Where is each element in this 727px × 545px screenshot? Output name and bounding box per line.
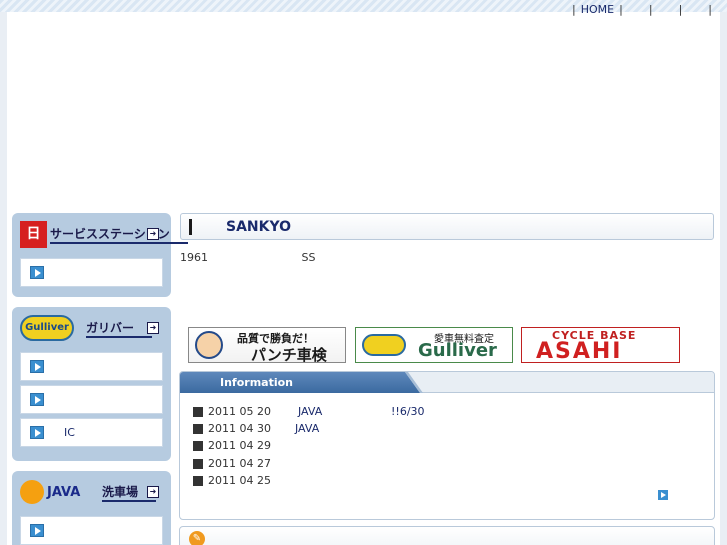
bullet-square-icon	[193, 458, 203, 469]
info-title[interactable]: JAVA	[295, 422, 319, 435]
nav-link-3[interactable]	[658, 3, 674, 16]
gulliver-logo-mark: Gulliver	[20, 315, 74, 341]
sidebar-item[interactable]	[20, 258, 163, 287]
sidebar-service-station-header[interactable]: 日 サービスステーション ➜	[20, 216, 188, 254]
bullet-square-icon	[193, 440, 203, 451]
info-row[interactable]: 2011 04 25	[193, 472, 298, 489]
play-icon	[30, 524, 44, 537]
sun-icon	[20, 480, 44, 504]
sidebar-item[interactable]	[20, 352, 163, 381]
nav-separator: |	[619, 3, 623, 16]
intro-year: 1961	[180, 251, 208, 264]
mascot-face-icon	[195, 331, 223, 359]
gulliver-logo: Gulliver	[20, 314, 74, 342]
information-tab	[180, 372, 420, 393]
info-date: 2011 04 30	[208, 422, 271, 435]
nav-link-2[interactable]	[628, 3, 644, 16]
bullet-square-icon	[193, 406, 203, 417]
title-marker	[189, 219, 192, 235]
intro-text: 1961 SS	[180, 251, 700, 264]
info-date: 2011 04 29	[208, 439, 271, 452]
java-logo: JAVA	[20, 478, 80, 506]
bullet-square-icon	[193, 475, 203, 486]
info-title[interactable]: JAVA	[298, 405, 391, 418]
sidebar-item[interactable]	[20, 516, 163, 545]
info-extra[interactable]: !!6/30	[391, 405, 425, 418]
play-icon	[30, 393, 44, 406]
top-navigation: | HOME | | | |	[567, 3, 717, 16]
information-header: Information	[180, 372, 714, 393]
more-arrow-icon[interactable]	[658, 490, 668, 500]
info-date: 2011 04 25	[208, 474, 271, 487]
sidebar-item-label: IC	[64, 426, 75, 439]
left-border	[0, 12, 7, 545]
info-row[interactable]: 2011 05 20 JAVA !!6/30	[193, 403, 425, 420]
java-logo-text: JAVA	[47, 484, 81, 500]
information-heading: Information	[220, 376, 293, 389]
next-section-header: ✎	[179, 526, 715, 545]
play-icon	[30, 426, 44, 439]
arrow-right-icon: ➜	[147, 322, 159, 334]
nav-separator: |	[678, 3, 683, 16]
arrow-right-icon: ➜	[147, 486, 159, 498]
banner-line2: パンチ車検	[251, 346, 327, 363]
play-icon	[30, 266, 44, 279]
page-title: SANKYO	[226, 219, 292, 235]
nav-separator: |	[708, 3, 712, 16]
sidebar-gulliver: Gulliver ガリバー ➜ IC	[12, 307, 171, 461]
info-row[interactable]: 2011 04 27	[193, 455, 298, 472]
sidebar-gulliver-header[interactable]: Gulliver ガリバー ➜	[20, 310, 163, 348]
banner-line2: ASAHI	[536, 339, 623, 363]
bullet-square-icon	[193, 423, 203, 434]
right-border	[720, 12, 727, 545]
gulliver-badge-icon	[362, 334, 406, 356]
sidebar-java-carwash-header[interactable]: JAVA 洗車場 ➜	[20, 474, 163, 512]
banner-punch-shaken[interactable]: 品質で勝負だ！ パンチ車検	[188, 327, 346, 363]
section-icon: ✎	[189, 531, 205, 545]
nav-separator: |	[572, 3, 576, 16]
banner-gulliver[interactable]: 愛車無料査定 Gulliver	[355, 327, 513, 363]
sidebar-service-station-title: サービスステーション	[50, 225, 188, 244]
info-date: 2011 04 27	[208, 457, 271, 470]
info-row[interactable]: 2011 04 29	[193, 437, 298, 454]
sidebar-java-carwash: JAVA 洗車場 ➜	[12, 471, 171, 545]
page: | HOME | | | | 日 サービスステーション ➜ Gulliver ガ…	[0, 0, 727, 545]
information-panel: Information 2011 05 20 JAVA !!6/30 2011 …	[179, 371, 715, 520]
banner-line2: Gulliver	[418, 340, 497, 361]
service-station-logo-mark: 日	[20, 220, 47, 248]
sidebar-gulliver-title: ガリバー	[86, 319, 153, 338]
service-station-logo: 日	[20, 220, 47, 248]
intro-ss: SS	[301, 251, 316, 264]
play-icon	[30, 360, 44, 373]
arrow-right-icon: ➜	[147, 228, 159, 240]
page-title-bar: SANKYO	[180, 213, 714, 240]
sidebar-service-station: 日 サービスステーション ➜	[12, 213, 188, 297]
info-row[interactable]: 2011 04 30 JAVA	[193, 420, 319, 437]
info-date: 2011 05 20	[208, 405, 271, 418]
sidebar-item[interactable]	[20, 385, 163, 414]
banner-cycle-base-asahi[interactable]: CYCLE BASE ASAHI	[521, 327, 680, 363]
nav-separator: |	[648, 3, 653, 16]
nav-link-4[interactable]	[687, 3, 703, 16]
sidebar-item[interactable]: IC	[20, 418, 163, 447]
nav-home-link[interactable]: HOME	[581, 3, 614, 16]
